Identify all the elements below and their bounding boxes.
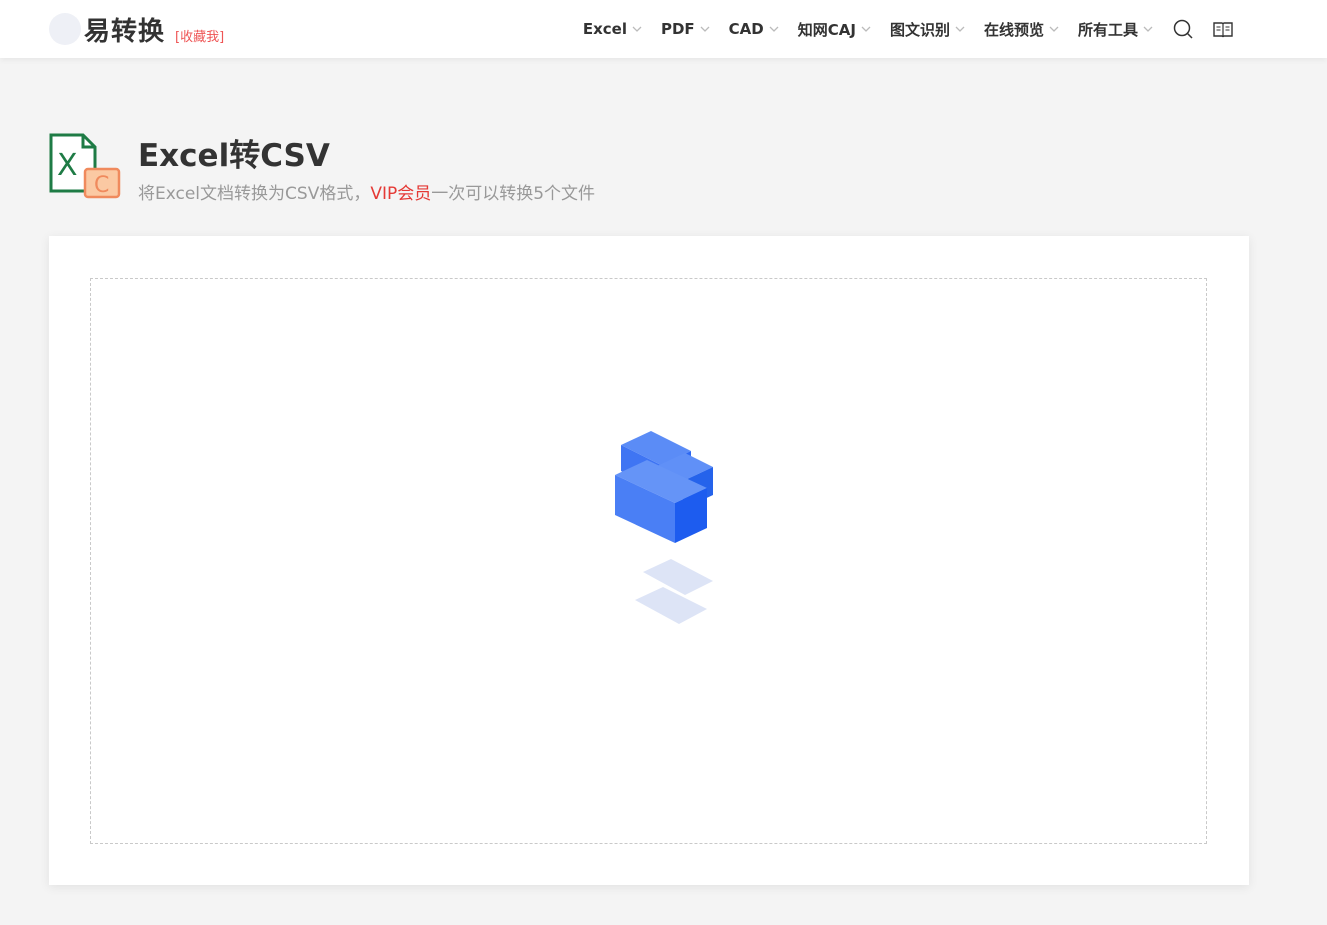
page-description: 将Excel文档转换为CSV格式，VIP会员一次可以转换5个文件 (138, 179, 595, 204)
chevron-down-icon (632, 26, 642, 32)
nav-caj[interactable]: 知网CAJ (798, 19, 872, 40)
nav-all-tools[interactable]: 所有工具 (1078, 19, 1154, 40)
upload-cube-icon[interactable] (613, 429, 723, 644)
nav-label: 所有工具 (1077, 20, 1138, 39)
nav-ocr[interactable]: 图文识别 (890, 19, 966, 40)
site-logo-text[interactable]: 易转换 (84, 11, 165, 48)
logo-icon[interactable] (49, 13, 81, 45)
icon-letter-x: X (57, 148, 78, 183)
nav-label: 知网CAJ (797, 20, 856, 39)
nav-label: Excel (582, 20, 627, 38)
excel-to-csv-icon: X C (49, 133, 121, 199)
nav-pdf[interactable]: PDF (661, 20, 711, 38)
icon-letter-c: C (94, 173, 109, 198)
nav-label: CAD (728, 20, 764, 38)
chevron-down-icon (1143, 26, 1153, 32)
desc-prefix: 将Excel文档转换为CSV格式， (138, 184, 371, 204)
upload-panel (49, 236, 1249, 885)
nav-preview[interactable]: 在线预览 (984, 19, 1060, 40)
file-dropzone[interactable] (90, 278, 1207, 844)
nav-cad[interactable]: CAD (729, 20, 780, 38)
page-title: Excel转CSV (138, 138, 330, 174)
nav-label: 在线预览 (983, 20, 1044, 39)
desc-suffix: 一次可以转换5个文件 (431, 184, 596, 204)
chevron-down-icon (1049, 26, 1059, 32)
nav-label: PDF (660, 20, 695, 38)
book-icon[interactable] (1212, 18, 1234, 40)
chevron-down-icon (861, 26, 871, 32)
vip-link[interactable]: VIP会员 (370, 184, 431, 204)
search-icon[interactable] (1172, 18, 1194, 40)
nav-label: 图文识别 (889, 20, 950, 39)
chevron-down-icon (700, 26, 710, 32)
chevron-down-icon (955, 26, 965, 32)
bookmark-link[interactable]: [收藏我] (175, 26, 224, 45)
top-header: 易转换 [收藏我] Excel PDF CAD 知网CAJ 图文识别 在线预览 … (0, 0, 1327, 58)
nav-excel[interactable]: Excel (583, 20, 643, 38)
main-nav: Excel PDF CAD 知网CAJ 图文识别 在线预览 所有工具 (583, 0, 1234, 58)
chevron-down-icon (769, 26, 779, 32)
